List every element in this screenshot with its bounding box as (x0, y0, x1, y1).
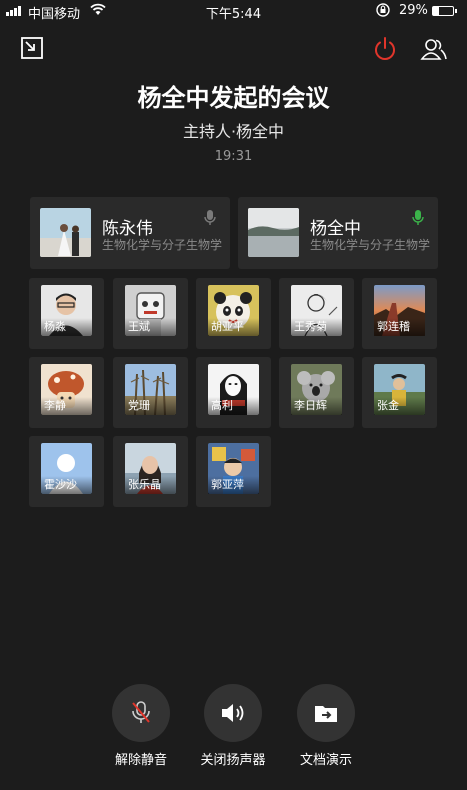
status-bar: 中国移动 下午5:44 29% (0, 0, 467, 22)
share-document-icon[interactable] (297, 684, 355, 742)
participant-tile[interactable]: 郭连稽 (362, 278, 437, 349)
participant-tile[interactable]: 霍沙沙 (29, 436, 104, 507)
mic-off-icon[interactable] (112, 684, 170, 742)
participant-tile[interactable]: 李静 (29, 357, 104, 428)
rotation-lock-icon (375, 2, 391, 22)
participant-tile[interactable]: 李日辉 (279, 357, 354, 428)
battery-icon (432, 6, 457, 16)
speaker-toggle-button[interactable]: 关闭扬声器 (193, 684, 273, 768)
participant-name: 郭亚萍 (208, 476, 259, 494)
participant-name: 高利 (208, 397, 259, 415)
share-document-label: 文档演示 (299, 753, 352, 768)
participant-tile[interactable]: 杨淼 (29, 278, 104, 349)
participant-name: 郭连稽 (374, 318, 425, 336)
participant-name: 李静 (41, 397, 92, 415)
participant-tile[interactable]: 张乐晶 (113, 436, 188, 507)
participant-tile[interactable]: 王斌 (113, 278, 188, 349)
participant-tile[interactable]: 王秀菊 (279, 278, 354, 349)
speaker-card[interactable]: 陈永伟 生物化学与分子生物学 (30, 197, 230, 269)
participant-tile[interactable]: 张金 (362, 357, 437, 428)
battery-percent: 29% (399, 3, 428, 18)
participant-name: 张乐晶 (125, 476, 176, 494)
share-document-button[interactable]: 文档演示 (286, 684, 366, 768)
mic-active-icon (411, 209, 425, 231)
participant-name: 杨淼 (41, 318, 92, 336)
participant-name: 党珊 (125, 397, 176, 415)
avatar (248, 208, 299, 257)
participant-tile[interactable]: 胡亚平 (196, 278, 271, 349)
participant-name: 李日辉 (291, 397, 342, 415)
speaker-org: 生物化学与分子生物学 (102, 238, 222, 252)
participant-tile[interactable]: 高利 (196, 357, 271, 428)
participant-name: 王斌 (125, 318, 176, 336)
speaker-icon[interactable] (204, 684, 262, 742)
meeting-title: 杨全中发起的会议 (137, 84, 330, 112)
participant-name: 霍沙沙 (41, 476, 92, 494)
unmute-label: 解除静音 (114, 753, 167, 768)
meeting-duration: 19:31 (214, 149, 253, 164)
speaker-card[interactable]: 杨全中 生物化学与分子生物学 (238, 197, 438, 269)
mic-icon (203, 209, 217, 231)
participant-tile[interactable]: 郭亚萍 (196, 436, 271, 507)
end-meeting-icon[interactable] (372, 36, 400, 64)
speaker-label: 关闭扬声器 (200, 753, 266, 768)
avatar (40, 208, 91, 257)
unmute-button[interactable]: 解除静音 (101, 684, 181, 768)
meeting-host: 主持人·杨全中 (182, 122, 285, 141)
participant-name: 胡亚平 (208, 318, 259, 336)
clock: 下午5:44 (205, 7, 262, 22)
speaker-org: 生物化学与分子生物学 (310, 238, 430, 252)
participant-tile[interactable]: 党珊 (113, 357, 188, 428)
participant-name: 王秀菊 (291, 318, 342, 336)
participant-name: 张金 (374, 397, 425, 415)
minimize-window-icon[interactable] (20, 36, 48, 64)
participants-icon[interactable] (420, 36, 448, 64)
